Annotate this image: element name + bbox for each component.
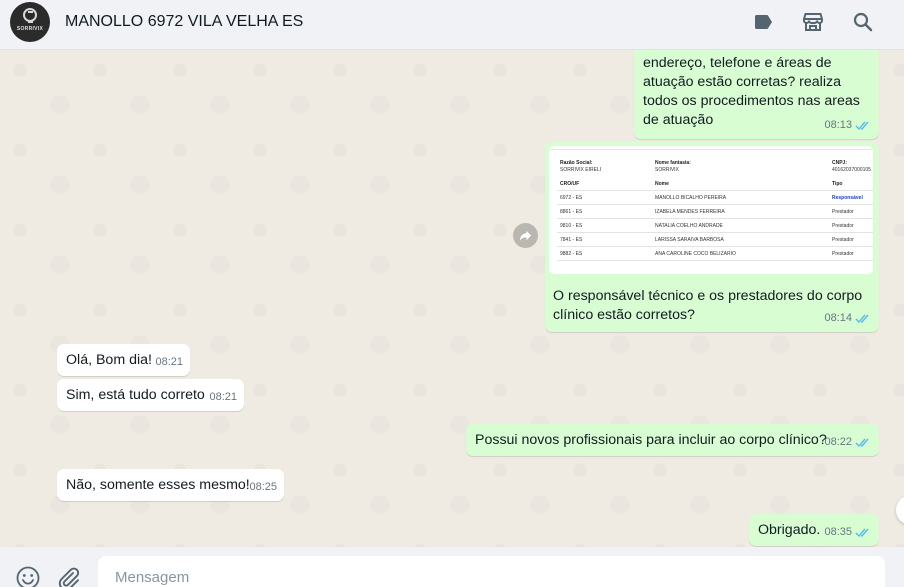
message-time: 08:22 bbox=[824, 436, 852, 448]
message-meta: 08:14 bbox=[824, 309, 871, 328]
incoming-message[interactable]: Olá, Bom dia! 08:21 bbox=[57, 344, 190, 376]
message-time: 08:21 bbox=[155, 356, 183, 368]
image-fantasia-value: SORRIVIX bbox=[655, 167, 679, 173]
image-row-divider bbox=[557, 246, 873, 247]
image-cell: Prestador bbox=[832, 209, 854, 215]
message-text: Possui novos profissionais para incluir … bbox=[475, 432, 827, 448]
image-row-divider bbox=[557, 218, 873, 219]
message-meta: 08:21 bbox=[155, 353, 183, 372]
image-column-header: Tipo bbox=[832, 181, 843, 187]
message-time: 08:35 bbox=[824, 526, 852, 538]
image-cell: 9882 - ES bbox=[560, 251, 583, 257]
chat-header: SORRIVIX MANOLLO 6972 VILA VELHA ES bbox=[0, 0, 904, 50]
attach-icon[interactable] bbox=[55, 565, 81, 587]
scroll-down-button[interactable] bbox=[896, 495, 904, 525]
contact-name[interactable]: MANOLLO 6972 VILA VELHA ES bbox=[65, 13, 303, 31]
contact-avatar[interactable]: SORRIVIX bbox=[10, 2, 50, 42]
outgoing-message[interactable]: Possui novos profissionais para incluir … bbox=[466, 424, 879, 456]
emoji-icon[interactable] bbox=[15, 565, 41, 587]
avatar-brand: SORRIVIX bbox=[16, 26, 44, 32]
image-caption: O responsável técnico e os prestadores d… bbox=[553, 288, 863, 323]
image-cell: LARISSA SARAIVA BARBOSA bbox=[655, 237, 724, 243]
message-meta: 08:13 bbox=[824, 116, 871, 135]
message-time: 08:21 bbox=[209, 391, 237, 403]
image-column-header: Nome bbox=[655, 181, 669, 187]
image-cell: Responsável bbox=[832, 195, 863, 201]
outgoing-message[interactable]: Obrigado. 08:35 bbox=[749, 514, 879, 546]
forward-icon[interactable] bbox=[513, 223, 538, 248]
message-time: 08:25 bbox=[249, 481, 277, 493]
double-check-icon bbox=[855, 437, 871, 448]
image-top-strip bbox=[549, 146, 873, 150]
message-input[interactable] bbox=[98, 556, 885, 587]
message-meta: 08:22 bbox=[824, 433, 871, 452]
incoming-message[interactable]: Não, somente esses mesmo! 08:25 bbox=[57, 469, 284, 501]
image-cell: Prestador bbox=[832, 237, 854, 243]
double-check-icon bbox=[855, 313, 871, 324]
image-cell: Prestador bbox=[832, 223, 854, 229]
forwarded-table-image[interactable]: Razão Social: SORRIVIX EIRELI Nome fanta… bbox=[549, 146, 873, 274]
message-meta: 08:25 bbox=[249, 478, 277, 497]
image-razao-label: Razão Social: bbox=[560, 160, 593, 166]
double-check-icon bbox=[855, 527, 871, 538]
image-cell: Prestador bbox=[832, 251, 854, 257]
image-cell: 8861 - ES bbox=[560, 209, 583, 215]
image-cell: ANA CAROLINE COCO BELIZARIO bbox=[655, 251, 736, 257]
message-meta: 08:35 bbox=[824, 523, 871, 542]
image-row-divider bbox=[557, 232, 873, 233]
image-cnpj-value: 40162037000105 bbox=[832, 167, 871, 173]
outgoing-image-message[interactable]: Razão Social: SORRIVIX EIRELI Nome fanta… bbox=[545, 142, 879, 332]
image-cell: MANOLLO BICALHO PEREIRA bbox=[655, 195, 727, 201]
composer-bar bbox=[0, 547, 904, 587]
image-cell: IZABELA MENDES FERREIRA bbox=[655, 209, 725, 215]
message-time: 08:14 bbox=[824, 312, 852, 324]
outgoing-message[interactable]: endereço, telefone e áreas de atuação es… bbox=[634, 50, 879, 139]
image-cell: 6972 - ES bbox=[560, 195, 583, 201]
message-meta: 08:21 bbox=[209, 388, 237, 407]
message-time: 08:13 bbox=[824, 119, 852, 131]
image-cell: 7841 - ES bbox=[560, 237, 583, 243]
search-icon[interactable] bbox=[851, 10, 875, 34]
image-cell: 9810 - ES bbox=[560, 223, 583, 229]
image-cnpj-label: CNPJ: bbox=[832, 160, 848, 166]
store-icon[interactable] bbox=[801, 10, 825, 34]
image-row-divider bbox=[557, 204, 873, 205]
label-icon[interactable] bbox=[751, 10, 775, 34]
image-cell: NATALIA COELHO ANDRADE bbox=[655, 223, 723, 229]
message-list[interactable]: endereço, telefone e áreas de atuação es… bbox=[0, 50, 904, 547]
image-razao-value: SORRIVIX EIRELI bbox=[560, 167, 602, 173]
incoming-message[interactable]: Sim, está tudo correto 08:21 bbox=[57, 379, 244, 411]
avatar-logo-mark bbox=[23, 8, 37, 23]
image-row-divider bbox=[557, 190, 873, 191]
image-column-header: CRO/UF bbox=[560, 181, 580, 187]
image-row-divider bbox=[557, 260, 873, 261]
double-check-icon bbox=[855, 120, 871, 131]
image-fantasia-label: Nome fantasia: bbox=[655, 160, 691, 166]
